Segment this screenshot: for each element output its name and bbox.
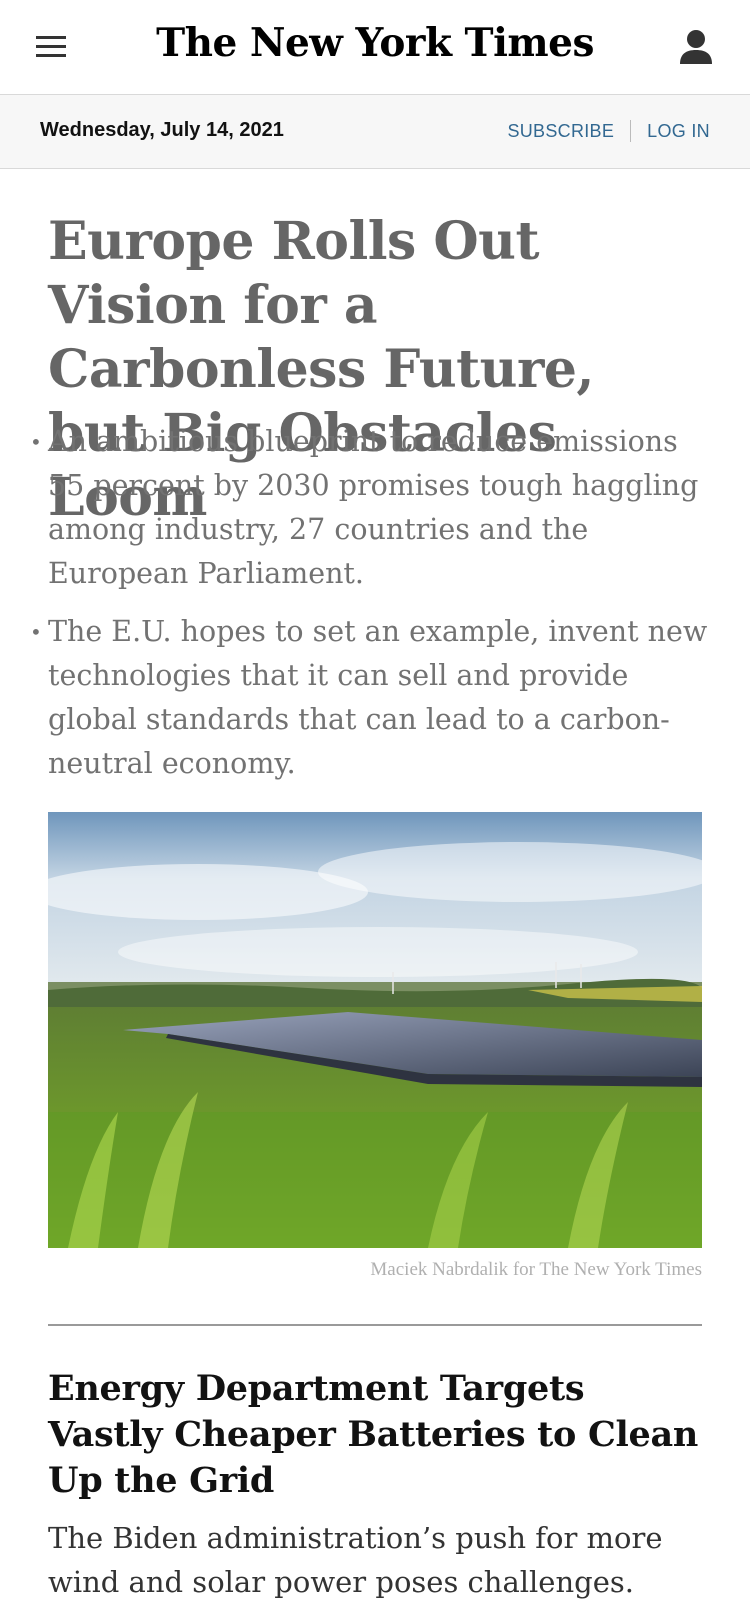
lead-summary-list: An ambitious blueprint to reduce emissio…	[30, 420, 708, 800]
current-date: Wednesday, July 14, 2021	[40, 119, 284, 141]
auth-links: SUBSCRIBE LOG IN	[507, 120, 710, 142]
person-icon[interactable]	[678, 28, 714, 66]
photo-credit: Maciek Nabrdalik for The New York Times	[370, 1259, 702, 1280]
masthead: The New York Times	[0, 0, 750, 95]
subscribe-link[interactable]: SUBSCRIBE	[507, 121, 614, 142]
story2-summary: The Biden administration’s push for more…	[48, 1521, 663, 1599]
summary-item: The E.U. hopes to set an example, invent…	[30, 610, 708, 786]
story-divider	[48, 1324, 702, 1326]
summary-item: An ambitious blueprint to reduce emissio…	[30, 420, 708, 596]
auth-divider	[630, 120, 632, 142]
date-bar: Wednesday, July 14, 2021 SUBSCRIBE LOG I…	[0, 95, 750, 169]
nyt-logo[interactable]: The New York Times	[0, 20, 750, 66]
login-link[interactable]: LOG IN	[647, 121, 710, 142]
lead-photo[interactable]	[48, 812, 702, 1248]
story2-headline[interactable]: Energy Department Targets Vastly Cheaper…	[48, 1366, 708, 1504]
